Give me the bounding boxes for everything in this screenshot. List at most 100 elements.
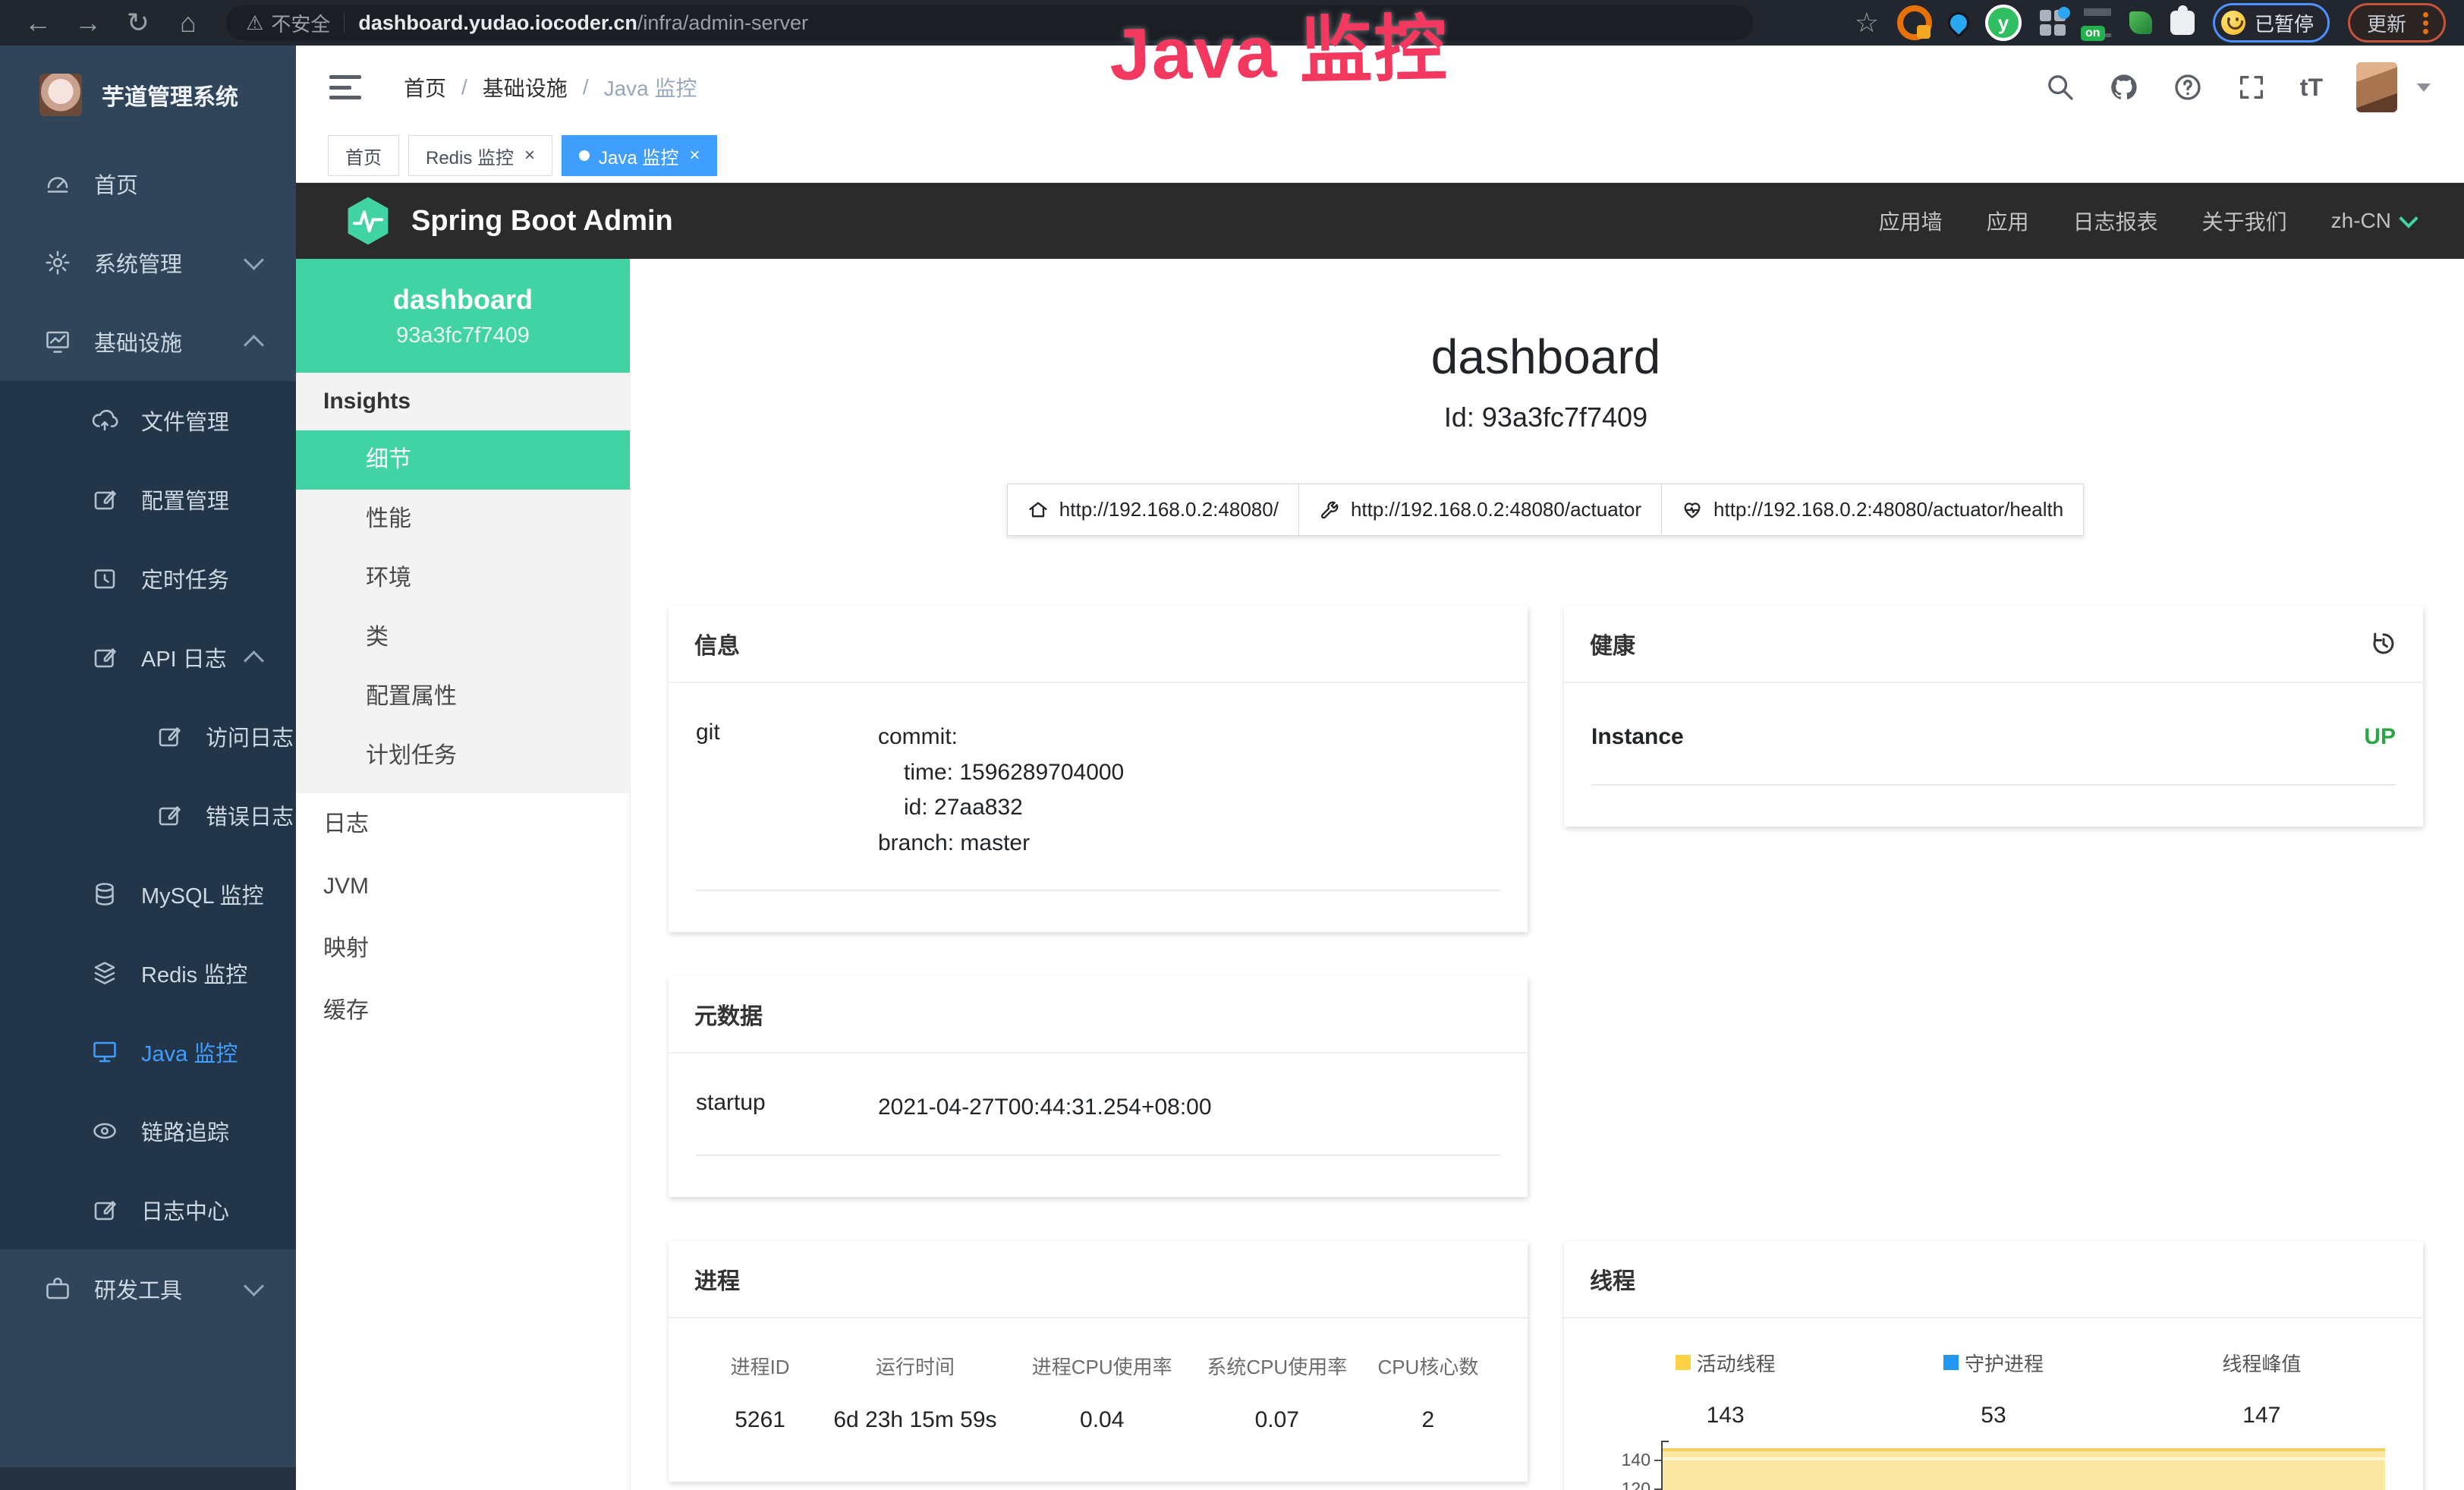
ytick-140: 140 xyxy=(1591,1450,1651,1470)
sba-app-block[interactable]: dashboard 93a3fc7f7409 xyxy=(296,259,630,373)
sba-nav-wallboard[interactable]: 应用墙 xyxy=(1879,206,1943,236)
sba-item-environment[interactable]: 环境 xyxy=(296,549,630,608)
threads-chart: 140 120 100 xyxy=(1591,1448,2396,1490)
sidebar-footer-bar xyxy=(0,1467,296,1490)
extension-orange-icon[interactable] xyxy=(1897,5,1932,40)
sidebar-item-scheduled-jobs[interactable]: 定时任务 xyxy=(0,539,296,618)
sba-nav-about[interactable]: 关于我们 xyxy=(2202,206,2287,236)
not-secure-label: 不安全 xyxy=(271,9,330,37)
browser-extensions: ☆ y on 已暂停 更新 xyxy=(1855,3,2446,43)
sidebar-item-system-mgmt[interactable]: 系统管理 xyxy=(0,223,296,302)
tag-tabbar: 首页 Redis 监控 × Java 监控 × xyxy=(296,129,2464,183)
sidebar-item-api-logs[interactable]: API 日志 xyxy=(0,618,296,697)
extension-leaf-icon[interactable] xyxy=(2129,11,2152,34)
browser-home-icon[interactable]: ⌂ xyxy=(168,0,208,46)
active-tab-dot xyxy=(579,150,590,161)
metadata-startup-value: 2021-04-27T00:44:31.254+08:00 xyxy=(878,1090,1212,1126)
sidebar-item-mysql-monitor[interactable]: MySQL 监控 xyxy=(0,855,296,934)
wrench-icon xyxy=(1319,499,1340,521)
extensions-puzzle-icon[interactable] xyxy=(2170,11,2195,35)
endpoint-actuator-button[interactable]: http://192.168.0.2:48080/actuator xyxy=(1298,484,1662,536)
extension-grid-icon[interactable] xyxy=(2040,10,2066,36)
url-host: dashboard.yudao.iocoder.cn xyxy=(358,11,637,35)
health-card-header: 健康 xyxy=(1564,606,2423,683)
sidebar-item-file-mgmt[interactable]: 文件管理 xyxy=(0,381,296,460)
sidebar-item-home[interactable]: 首页 xyxy=(0,144,296,223)
health-instance-row[interactable]: Instance UP xyxy=(1591,683,2396,786)
tab-java-monitor[interactable]: Java 监控 × xyxy=(562,135,717,176)
sba-item-jvm[interactable]: JVM xyxy=(296,855,630,918)
sba-item-details[interactable]: 细节 xyxy=(296,430,630,490)
browser-forward-icon[interactable]: → xyxy=(68,0,108,46)
app-logo-image xyxy=(39,74,82,116)
sba-item-classes[interactable]: 类 xyxy=(296,608,630,667)
extension-pin-icon[interactable] xyxy=(1946,11,1970,34)
legend-live-label: 活动线程 xyxy=(1697,1349,1776,1377)
close-icon[interactable]: × xyxy=(689,145,700,166)
sba-item-config-props[interactable]: 配置属性 xyxy=(296,667,630,726)
process-table: 进程ID 5261 运行时间 6d 23h 15m 59s 进程CPU使用率 0… xyxy=(696,1318,1500,1441)
endpoint-buttons: http://192.168.0.2:48080/ http://192.168… xyxy=(669,484,2423,536)
extension-onetab-icon[interactable]: on xyxy=(2084,8,2111,37)
sidebar-item-tracing[interactable]: 链路追踪 xyxy=(0,1092,296,1170)
history-icon[interactable] xyxy=(2370,630,2397,657)
ytick-120: 120 xyxy=(1591,1479,1651,1490)
sba-language-select[interactable]: zh-CN xyxy=(2331,209,2415,233)
sidebar-item-config-mgmt[interactable]: 配置管理 xyxy=(0,460,296,539)
info-git-row: git commit: time: 1596289704000 id: 27aa… xyxy=(696,683,1500,891)
fullscreen-icon[interactable] xyxy=(2236,72,2267,102)
help-icon[interactable] xyxy=(2173,72,2203,102)
cards-grid: 信息 git commit: time: 1596289704000 id: 2… xyxy=(669,606,2423,1490)
user-avatar[interactable] xyxy=(2356,62,2397,112)
gear-icon xyxy=(44,249,71,276)
font-size-icon[interactable]: tT xyxy=(2300,74,2323,102)
edit-icon xyxy=(156,723,183,750)
chevron-down-icon xyxy=(244,1276,264,1296)
browser-back-icon[interactable]: ← xyxy=(18,0,58,46)
metadata-card: 元数据 startup 2021-04-27T00:44:31.254+08:0… xyxy=(669,976,1528,1197)
github-icon[interactable] xyxy=(2109,72,2139,102)
process-col-cpu: 进程CPU使用率 xyxy=(1011,1352,1194,1380)
url-divider xyxy=(344,13,345,33)
sidebar-item-access-logs[interactable]: 访问日志 xyxy=(0,697,296,776)
close-icon[interactable]: × xyxy=(524,145,535,166)
sba-item-metrics[interactable]: 性能 xyxy=(296,490,630,549)
sba-brand[interactable]: Spring Boot Admin xyxy=(345,196,673,246)
tab-home[interactable]: 首页 xyxy=(328,135,399,176)
breadcrumb-infrastructure[interactable]: 基础设施 xyxy=(483,72,568,102)
paused-extension-badge[interactable]: 已暂停 xyxy=(2213,3,2330,43)
extension-y-icon[interactable]: y xyxy=(1985,5,2022,41)
sidebar-item-infrastructure[interactable]: 基础设施 xyxy=(0,302,296,381)
browser-update-button[interactable]: 更新 xyxy=(2348,3,2446,43)
sidebar-item-java-monitor[interactable]: Java 监控 xyxy=(0,1013,296,1092)
sba-app-name: dashboard xyxy=(393,284,533,316)
metadata-startup-label: startup xyxy=(696,1090,878,1126)
sidebar-item-error-logs[interactable]: 错误日志 xyxy=(0,776,296,855)
breadcrumb-home[interactable]: 首页 xyxy=(404,72,446,102)
app-logo-row[interactable]: 芋道管理系统 xyxy=(0,46,296,144)
sidebar-item-redis-monitor[interactable]: Redis 监控 xyxy=(0,934,296,1013)
hamburger-icon[interactable] xyxy=(329,75,361,99)
sidebar-item-log-center[interactable]: 日志中心 xyxy=(0,1170,296,1249)
browser-menu-kebab-icon[interactable] xyxy=(2423,20,2428,26)
sba-item-scheduled-tasks[interactable]: 计划任务 xyxy=(296,726,630,786)
address-bar[interactable]: ⚠ 不安全 dashboard.yudao.iocoder.cn/infra/a… xyxy=(226,5,1753,40)
sidebar-item-dev-tools[interactable]: 研发工具 xyxy=(0,1249,296,1328)
endpoint-home-button[interactable]: http://192.168.0.2:48080/ xyxy=(1007,484,1299,536)
sba-item-mappings[interactable]: 映射 xyxy=(296,918,630,980)
metadata-startup-row: startup 2021-04-27T00:44:31.254+08:00 xyxy=(696,1054,1500,1156)
tab-redis-monitor[interactable]: Redis 监控 × xyxy=(408,135,552,176)
annotation-java-monitor: Java 监控 xyxy=(1109,0,1449,101)
sba-nav-journal[interactable]: 日志报表 xyxy=(2073,206,2158,236)
sba-nav-applications[interactable]: 应用 xyxy=(1987,206,2029,236)
browser-reload-icon[interactable]: ↻ xyxy=(118,0,158,46)
user-menu-caret-icon[interactable] xyxy=(2417,83,2431,92)
sba-item-logs[interactable]: 日志 xyxy=(296,793,630,855)
bookmark-star-icon[interactable]: ☆ xyxy=(1855,7,1879,39)
breadcrumb: 首页 / 基础设施 / Java 监控 xyxy=(404,72,697,102)
endpoint-health-button[interactable]: http://192.168.0.2:48080/actuator/health xyxy=(1661,484,2084,536)
metadata-card-header: 元数据 xyxy=(669,976,1528,1054)
info-git-label: git xyxy=(696,720,878,861)
search-icon[interactable] xyxy=(2045,72,2075,102)
sba-item-caches[interactable]: 缓存 xyxy=(296,980,630,1042)
